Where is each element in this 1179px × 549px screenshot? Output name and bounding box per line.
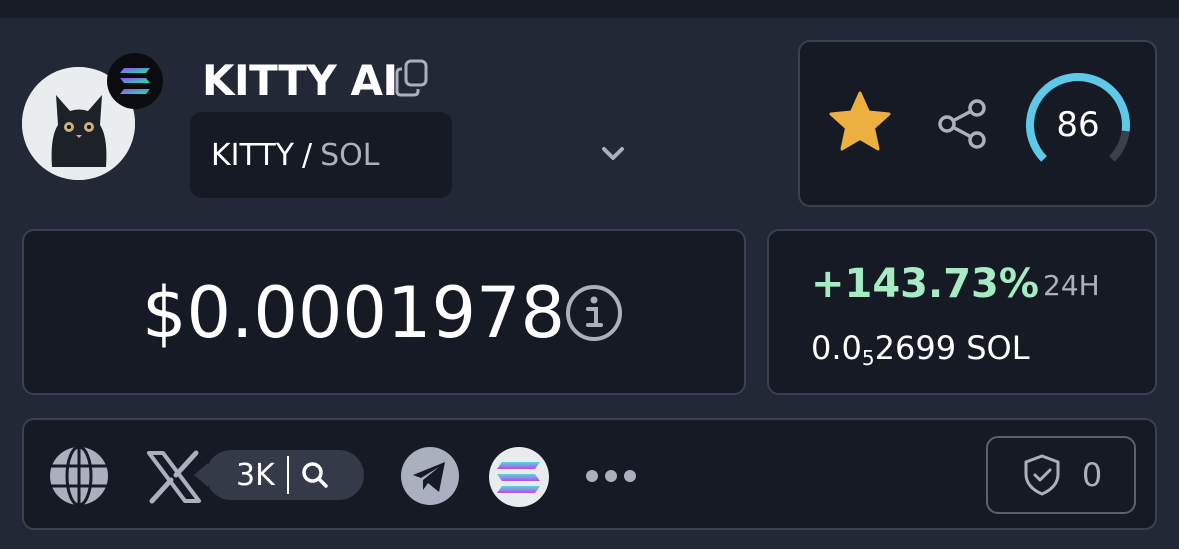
pair-quote: SOL — [320, 137, 380, 173]
pair-selector[interactable]: KITTY / SOL — [190, 112, 624, 198]
price-change-card: +143.73% 24H 0.052699 SOL — [767, 229, 1157, 395]
price-sol-suffix: 2699 SOL — [874, 329, 1030, 367]
score-value: 86 — [1056, 105, 1100, 145]
chevron-down-icon — [602, 147, 624, 160]
x-followers-badge[interactable]: 3K — [194, 450, 364, 500]
divider — [286, 456, 289, 494]
share-icon[interactable] — [934, 96, 990, 152]
search-icon — [302, 462, 328, 488]
price-sol: 0.052699 SOL — [811, 329, 1030, 370]
solana-icon[interactable] — [488, 446, 550, 508]
x-followers-count: 3K — [236, 457, 275, 493]
telegram-icon[interactable] — [400, 446, 460, 506]
links-bar: 3K 0 — [22, 418, 1157, 530]
price-sol-prefix: 0.0 — [811, 329, 862, 367]
pair-separator: / — [301, 137, 313, 173]
top-bar — [0, 0, 1179, 18]
change-period: 24H — [1043, 269, 1100, 302]
price-card: $0.0001978 — [22, 229, 746, 395]
info-icon[interactable] — [564, 283, 624, 343]
token-name: KITTY AI — [202, 56, 398, 105]
audit-button[interactable]: 0 — [986, 436, 1136, 514]
solana-badge-icon — [107, 53, 163, 109]
more-icon[interactable] — [584, 464, 638, 488]
copy-icon[interactable] — [394, 58, 430, 98]
pair-base: KITTY — [211, 137, 294, 173]
price-sol-subscript: 5 — [861, 346, 875, 370]
globe-icon[interactable] — [48, 445, 110, 507]
price-usd: $0.0001978 — [142, 272, 566, 354]
audit-count: 0 — [1081, 456, 1103, 494]
shield-icon — [1024, 454, 1060, 496]
change-percent: +143.73% — [811, 261, 1039, 307]
star-icon[interactable] — [827, 90, 893, 154]
actions-card: 86 — [798, 40, 1157, 207]
